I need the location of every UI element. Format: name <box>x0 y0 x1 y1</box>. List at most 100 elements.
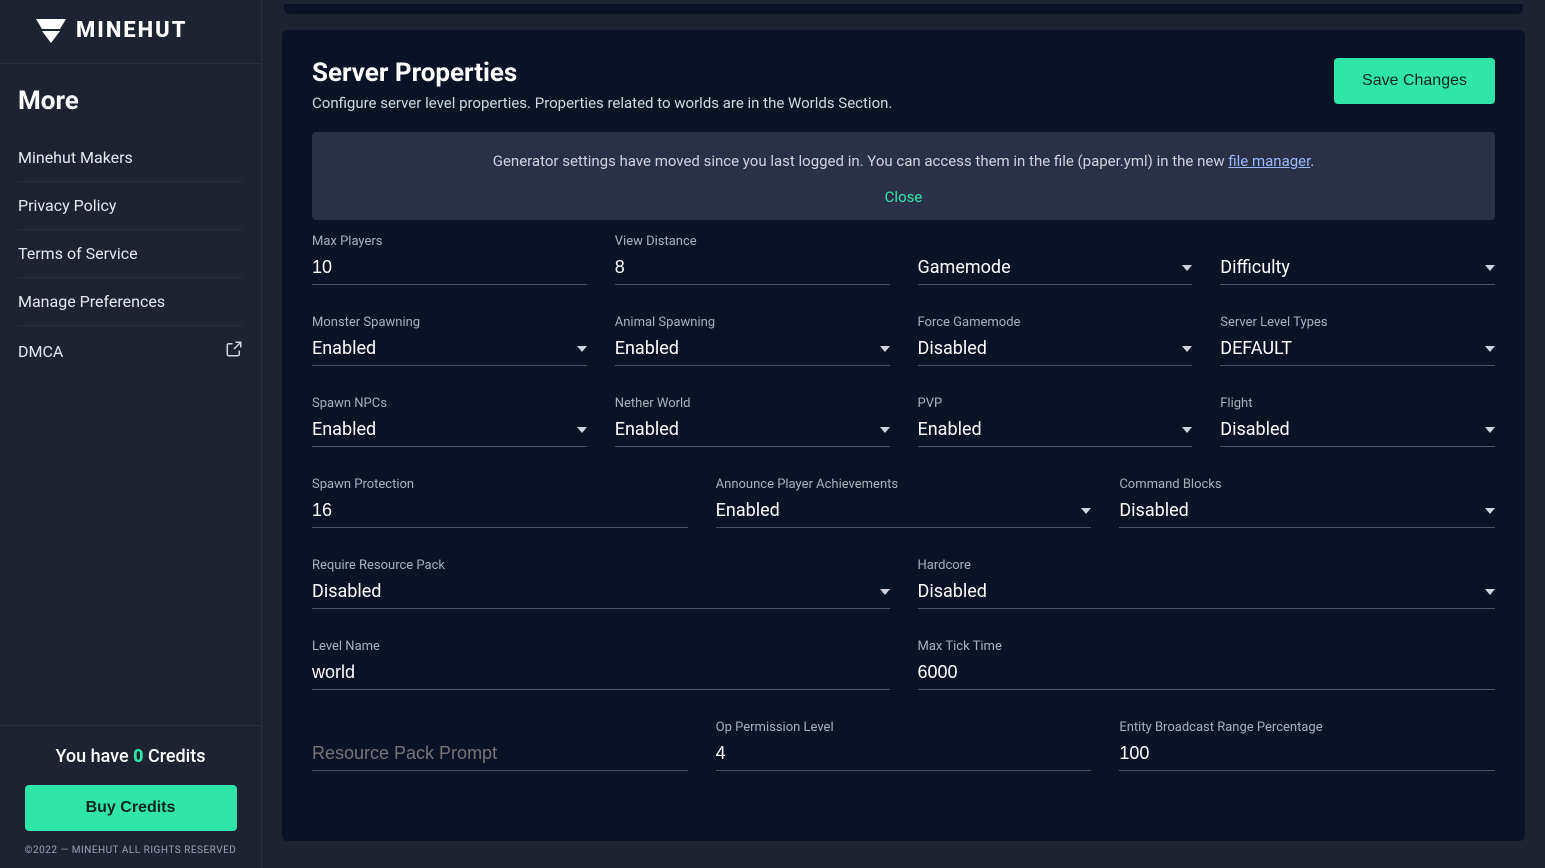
value-spawn-protection[interactable] <box>312 500 688 521</box>
select-require-resource-pack[interactable]: Disabled <box>312 577 890 609</box>
select-animal-spawn[interactable]: Enabled <box>615 334 890 366</box>
sidebar-footer: You have 0 Credits Buy Credits ©2022 — M… <box>0 725 261 868</box>
select-force-gamemode[interactable]: Disabled <box>918 334 1193 366</box>
label-force-gamemode: Force Gamemode <box>918 315 1193 330</box>
sidebar-item-privacy[interactable]: Privacy Policy <box>18 181 243 229</box>
label-announce-achievements: Announce Player Achievements <box>716 477 1092 492</box>
value-difficulty: Difficulty <box>1220 257 1290 278</box>
field-difficulty: Difficulty <box>1220 234 1495 285</box>
save-changes-button[interactable]: Save Changes <box>1334 58 1495 104</box>
brand-logo[interactable]: MINEHUT <box>0 0 261 64</box>
value-entity-broadcast[interactable] <box>1119 743 1495 764</box>
credits-suffix: Credits <box>143 746 205 767</box>
select-announce-achievements[interactable]: Enabled <box>716 496 1092 528</box>
chevron-down-icon <box>1485 589 1495 595</box>
select-level-types[interactable]: DEFAULT <box>1220 334 1495 366</box>
panel-above-strip <box>284 4 1523 14</box>
select-gamemode[interactable]: Gamemode <box>918 253 1193 285</box>
sidebar-item-label: DMCA <box>18 342 63 361</box>
select-monster-spawn[interactable]: Enabled <box>312 334 587 366</box>
chevron-down-icon <box>880 427 890 433</box>
sidebar-item-dmca[interactable]: DMCA <box>18 325 243 376</box>
value-gamemode: Gamemode <box>918 257 1011 278</box>
form-area: Max Players View Distance Gamemode Diffi… <box>282 234 1525 771</box>
page-title: Server Properties <box>312 58 892 88</box>
brand-name: MINEHUT <box>76 18 187 43</box>
credits-prefix: You have <box>55 746 133 767</box>
page-subtitle: Configure server level properties. Prope… <box>312 94 892 112</box>
value-view-distance[interactable] <box>615 257 890 278</box>
notice-text-before: Generator settings have moved since you … <box>493 152 1229 170</box>
select-spawn-npcs[interactable]: Enabled <box>312 415 587 447</box>
chevron-down-icon <box>577 427 587 433</box>
label-max-tick-time: Max Tick Time <box>918 639 1496 654</box>
external-link-icon <box>225 340 243 362</box>
input-view-distance[interactable] <box>615 253 890 285</box>
label-entity-broadcast: Entity Broadcast Range Percentage <box>1119 720 1495 735</box>
select-hardcore[interactable]: Disabled <box>918 577 1496 609</box>
chevron-down-icon <box>1081 508 1091 514</box>
value-nether-world: Enabled <box>615 419 679 440</box>
label-require-resource-pack: Require Resource Pack <box>312 558 890 573</box>
credits-display: You have 0 Credits <box>18 746 243 767</box>
notice-text: Generator settings have moved since you … <box>493 152 1315 170</box>
input-level-name[interactable] <box>312 658 890 690</box>
notice-close-button[interactable]: Close <box>332 188 1475 206</box>
chevron-down-icon <box>1182 265 1192 271</box>
value-pvp: Enabled <box>918 419 982 440</box>
label-command-blocks: Command Blocks <box>1119 477 1495 492</box>
label-monster-spawn: Monster Spawning <box>312 315 587 330</box>
sidebar-nav: Minehut Makers Privacy Policy Terms of S… <box>0 134 261 376</box>
select-pvp[interactable]: Enabled <box>918 415 1193 447</box>
label-level-types: Server Level Types <box>1220 315 1495 330</box>
file-manager-link[interactable]: file manager <box>1228 152 1310 170</box>
sidebar-item-label: Terms of Service <box>18 244 138 263</box>
chevron-down-icon <box>1485 427 1495 433</box>
label-nether-world: Nether World <box>615 396 890 411</box>
field-resource-pack-prompt <box>312 720 688 771</box>
chevron-down-icon <box>1485 346 1495 352</box>
sidebar-item-tos[interactable]: Terms of Service <box>18 229 243 277</box>
input-resource-pack-prompt[interactable] <box>312 739 688 771</box>
value-op-permission[interactable] <box>716 743 1092 764</box>
input-max-tick-time[interactable] <box>918 658 1496 690</box>
label-spawn-npcs: Spawn NPCs <box>312 396 587 411</box>
select-flight[interactable]: Disabled <box>1220 415 1495 447</box>
value-max-players[interactable] <box>312 257 587 278</box>
value-level-name[interactable] <box>312 662 890 683</box>
label-view-distance: View Distance <box>615 234 890 249</box>
input-op-permission[interactable] <box>716 739 1092 771</box>
select-command-blocks[interactable]: Disabled <box>1119 496 1495 528</box>
sidebar-item-label: Manage Preferences <box>18 292 165 311</box>
label-op-permission: Op Permission Level <box>716 720 1092 735</box>
value-max-tick-time[interactable] <box>918 662 1496 683</box>
sidebar-item-label: Privacy Policy <box>18 196 117 215</box>
label-animal-spawn: Animal Spawning <box>615 315 890 330</box>
input-spawn-protection[interactable] <box>312 496 688 528</box>
select-difficulty[interactable]: Difficulty <box>1220 253 1495 285</box>
sidebar-item-label: Minehut Makers <box>18 148 133 167</box>
value-resource-pack-prompt[interactable] <box>312 743 688 764</box>
sidebar: MINEHUT More Minehut Makers Privacy Poli… <box>0 0 262 868</box>
sidebar-item-prefs[interactable]: Manage Preferences <box>18 277 243 325</box>
select-nether-world[interactable]: Enabled <box>615 415 890 447</box>
value-level-types: DEFAULT <box>1220 338 1292 359</box>
value-force-gamemode: Disabled <box>918 338 987 359</box>
input-max-players[interactable] <box>312 253 587 285</box>
value-announce-achievements: Enabled <box>716 500 780 521</box>
label-flight: Flight <box>1220 396 1495 411</box>
chevron-down-icon <box>1182 346 1192 352</box>
credits-count: 0 <box>133 746 143 767</box>
minehut-logo-icon <box>36 19 66 43</box>
copyright-text: ©2022 — MINEHUT ALL RIGHTS RESERVED <box>18 845 243 856</box>
buy-credits-button[interactable]: Buy Credits <box>25 785 237 831</box>
sidebar-heading: More <box>0 64 261 134</box>
label-level-name: Level Name <box>312 639 890 654</box>
field-max-players: Max Players <box>312 234 587 285</box>
value-monster-spawn: Enabled <box>312 338 376 359</box>
value-require-resource-pack: Disabled <box>312 581 381 602</box>
label-spawn-protection: Spawn Protection <box>312 477 688 492</box>
chevron-down-icon <box>880 589 890 595</box>
input-entity-broadcast[interactable] <box>1119 739 1495 771</box>
sidebar-item-makers[interactable]: Minehut Makers <box>18 134 243 181</box>
